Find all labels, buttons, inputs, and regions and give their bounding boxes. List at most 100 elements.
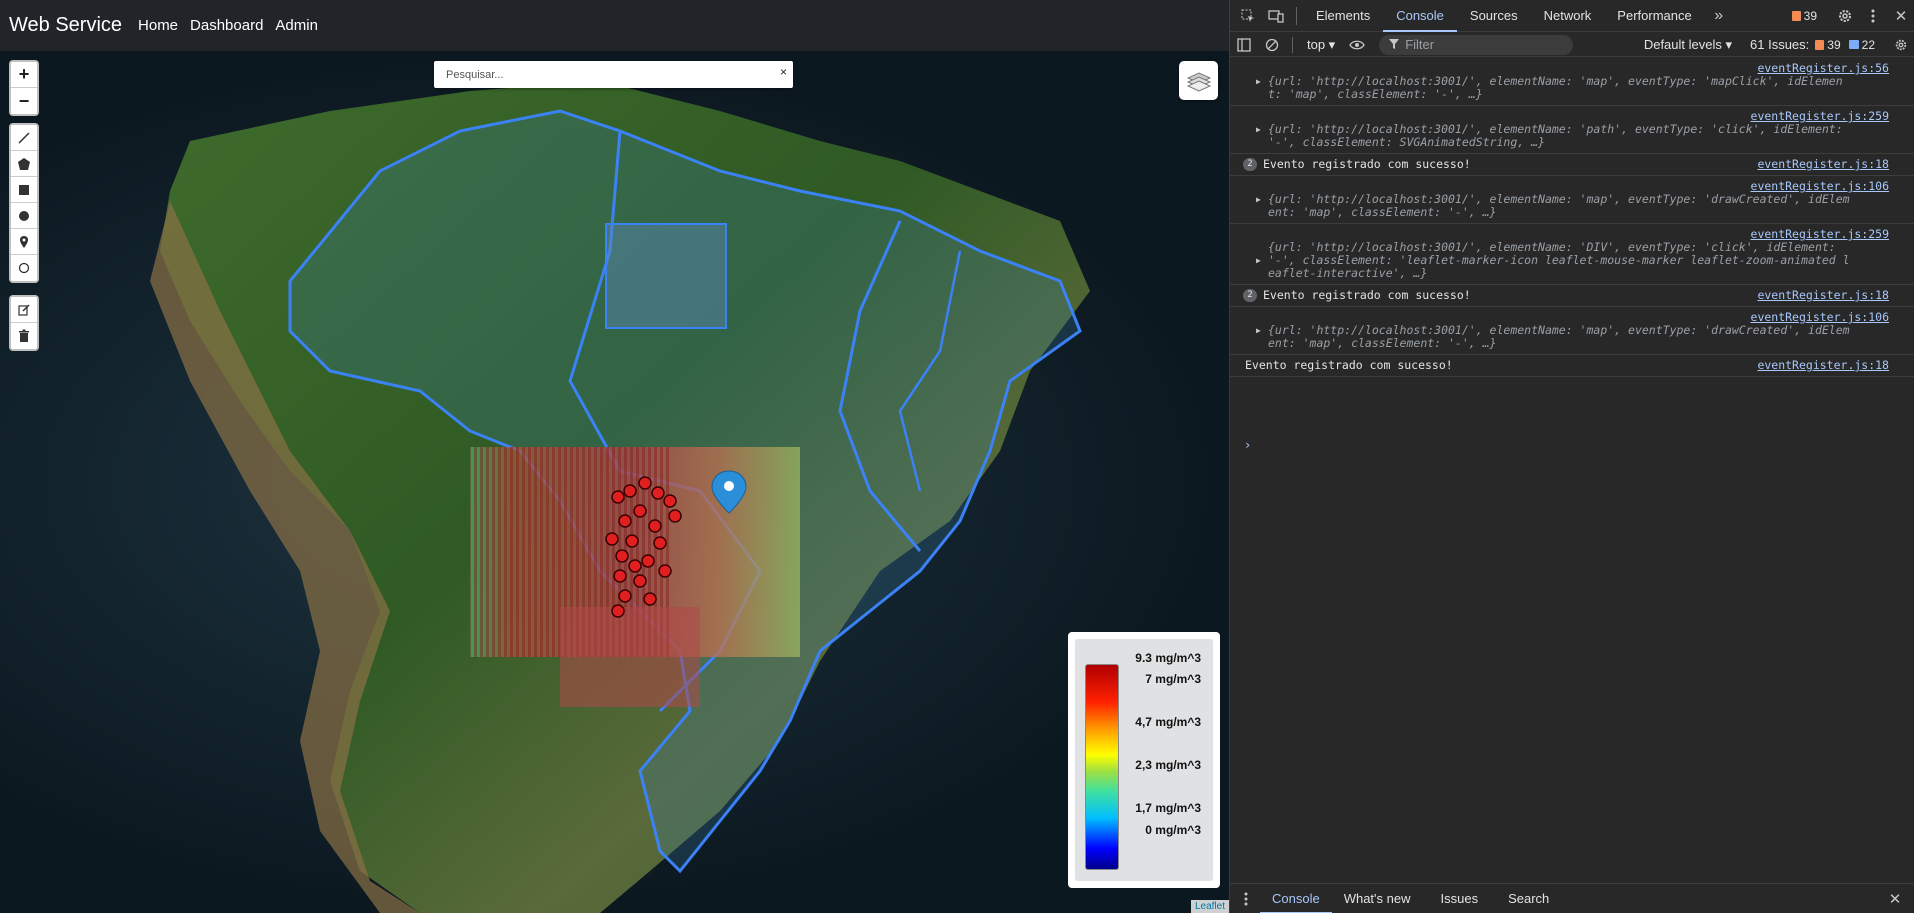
nav-dashboard-link[interactable]: Dashboard [190, 17, 263, 34]
tab-network[interactable]: Network [1531, 0, 1605, 32]
kebab-menu-icon[interactable] [1859, 9, 1887, 23]
repeat-count-badge: 2 [1243, 158, 1257, 171]
brand-title[interactable]: Web Service [9, 14, 122, 37]
legend-label: 4,7 mg/m^3 [1135, 715, 1201, 729]
issues-info-badge[interactable]: 22 [1848, 37, 1875, 52]
more-tabs-icon[interactable]: » [1705, 7, 1733, 25]
legend-panel: 9.3 mg/m^3 7 mg/m^3 4,7 mg/m^3 2,3 mg/m^… [1075, 639, 1213, 881]
tab-performance[interactable]: Performance [1604, 0, 1704, 32]
inspect-element-icon[interactable] [1234, 8, 1262, 24]
tab-sources[interactable]: Sources [1457, 0, 1531, 32]
search-control: × [434, 61, 793, 88]
console-messages: eventRegister.js:56 ▶ {url: 'http://local… [1230, 58, 1914, 377]
log-entry[interactable]: eventRegister.js:56 ▶ {url: 'http://local… [1230, 58, 1914, 106]
tab-console[interactable]: Console [1383, 0, 1457, 32]
app-root: Web Service Home Dashboard Admin + − 9.3… [0, 0, 1914, 913]
draw-toolbar [9, 123, 39, 283]
repeat-count-badge: 2 [1243, 289, 1257, 302]
navbar: Web Service Home Dashboard Admin [0, 0, 1229, 51]
marker-icon[interactable] [11, 229, 37, 255]
devtools-panel: Elements Console Sources Network Perform… [1229, 0, 1914, 913]
log-entry[interactable]: eventRegister.js:259 ▶ {url: 'http://loca… [1230, 224, 1914, 285]
warnings-badge[interactable]: 39 [1791, 8, 1817, 23]
log-message: Evento registrado com sucesso! [1263, 157, 1471, 171]
polygon-icon[interactable] [11, 151, 37, 177]
circlemarker-icon[interactable] [11, 255, 37, 281]
log-entry[interactable]: 2 Evento registrado com sucesso! eventReg… [1230, 154, 1914, 176]
log-levels-dropdown[interactable]: Default levels ▾ [1644, 37, 1732, 53]
close-devtools-icon[interactable]: ✕ [1887, 7, 1914, 25]
nav-home-link[interactable]: Home [138, 17, 178, 34]
expand-triangle-icon[interactable]: ▶ [1256, 123, 1261, 136]
edit-toolbar [9, 295, 39, 351]
log-entry[interactable]: eventRegister.js:259 ▶ {url: 'http://loca… [1230, 106, 1914, 154]
log-source-link[interactable]: eventRegister.js:18 [1757, 289, 1903, 302]
drawer-tab-search[interactable]: Search [1496, 884, 1561, 913]
context-selector[interactable]: top ▾ [1299, 37, 1343, 53]
expand-triangle-icon[interactable]: ▶ [1256, 193, 1261, 206]
legend-label: 1,7 mg/m^3 [1135, 801, 1201, 815]
zoom-in-button[interactable]: + [11, 62, 37, 88]
devtools-drawer: Console What's new Issues Search ✕ [1230, 883, 1914, 913]
close-icon[interactable]: × [780, 65, 787, 79]
warning-icon [1815, 39, 1825, 50]
warnings-count: 39 [1803, 8, 1817, 23]
leaflet-attribution[interactable]: Leaflet [1190, 900, 1229, 913]
trash-icon[interactable] [11, 323, 37, 349]
log-entry[interactable]: eventRegister.js:106 ▶ {url: 'http://loca… [1230, 176, 1914, 224]
expand-triangle-icon[interactable]: ▶ [1256, 254, 1261, 267]
info-icon [1848, 40, 1859, 49]
log-entry[interactable]: Evento registrado com sucesso! eventRegi… [1230, 355, 1914, 377]
drawer-tab-issues[interactable]: Issues [1429, 884, 1491, 913]
filter-icon [1389, 37, 1400, 52]
legend-label-min: 0 mg/m^3 [1145, 823, 1201, 837]
legend-label: 2,3 mg/m^3 [1135, 758, 1201, 772]
expand-triangle-icon[interactable]: ▶ [1256, 75, 1261, 88]
log-object[interactable]: ▶ {url: 'http://localhost:3001/', element… [1242, 324, 1903, 350]
close-drawer-icon[interactable]: ✕ [1881, 890, 1909, 908]
device-toolbar-icon[interactable] [1262, 8, 1290, 24]
expand-triangle-icon[interactable]: ▶ [1256, 324, 1261, 337]
nav-admin-link[interactable]: Admin [275, 17, 318, 34]
log-object[interactable]: ▶ {url: 'http://localhost:3001/', element… [1242, 75, 1903, 101]
concentration-legend: 9.3 mg/m^3 7 mg/m^3 4,7 mg/m^3 2,3 mg/m^… [1068, 632, 1220, 888]
issues-warnings-badge[interactable]: 39 [1815, 37, 1841, 52]
zoom-out-button[interactable]: − [11, 88, 37, 114]
edit-icon[interactable] [11, 297, 37, 323]
log-source-link[interactable]: eventRegister.js:18 [1757, 158, 1903, 171]
log-entry[interactable]: 2 Evento registrado com sucesso! eventReg… [1230, 285, 1914, 307]
map-view[interactable]: + − 9.3 mg/m^3 7 mg/m^3 4,7 mg/m^3 2,3 m… [0, 51, 1229, 913]
tab-elements[interactable]: Elements [1303, 0, 1383, 32]
log-object[interactable]: ▶ {url: 'http://localhost:3001/', element… [1242, 123, 1903, 149]
clear-console-icon[interactable] [1258, 38, 1286, 52]
log-object[interactable]: ▶ {url: 'http://localhost:3001/', element… [1242, 241, 1903, 280]
log-message: Evento registrado com sucesso! [1263, 288, 1471, 302]
log-message: Evento registrado com sucesso! [1245, 358, 1453, 372]
log-source-link[interactable]: eventRegister.js:18 [1757, 359, 1903, 372]
filter-input[interactable]: Filter [1379, 34, 1574, 55]
rectangle-icon[interactable] [11, 177, 37, 203]
log-object[interactable]: ▶ {url: 'http://localhost:3001/', element… [1242, 193, 1903, 219]
polyline-icon[interactable] [11, 125, 37, 151]
circle-icon[interactable] [11, 203, 37, 229]
warning-icon [1791, 10, 1801, 21]
search-input[interactable] [446, 66, 766, 83]
filter-placeholder: Filter [1405, 37, 1435, 52]
sidebar-toggle-icon[interactable] [1230, 37, 1258, 52]
drawer-tab-whats-new[interactable]: What's new [1332, 884, 1423, 913]
log-entry[interactable]: eventRegister.js:106 ▶ {url: 'http://loca… [1230, 307, 1914, 355]
issues-label[interactable]: 61 Issues: [1750, 37, 1809, 52]
drawer-tab-console[interactable]: Console [1260, 884, 1332, 913]
console-prompt[interactable]: › [1244, 438, 1251, 452]
legend-colorbar [1085, 664, 1119, 870]
legend-label-max: 9.3 mg/m^3 [1135, 651, 1201, 665]
issues-info-count: 22 [1861, 37, 1875, 52]
gear-icon[interactable] [1831, 8, 1859, 24]
issues-warn-count: 39 [1827, 37, 1841, 52]
web-app: Web Service Home Dashboard Admin + − 9.3… [0, 0, 1229, 913]
drawer-menu-icon[interactable] [1232, 892, 1260, 906]
layers-icon[interactable] [1179, 61, 1218, 100]
console-settings-gear-icon[interactable] [1887, 38, 1914, 52]
eye-icon[interactable] [1343, 39, 1371, 51]
legend-label: 7 mg/m^3 [1145, 672, 1201, 686]
